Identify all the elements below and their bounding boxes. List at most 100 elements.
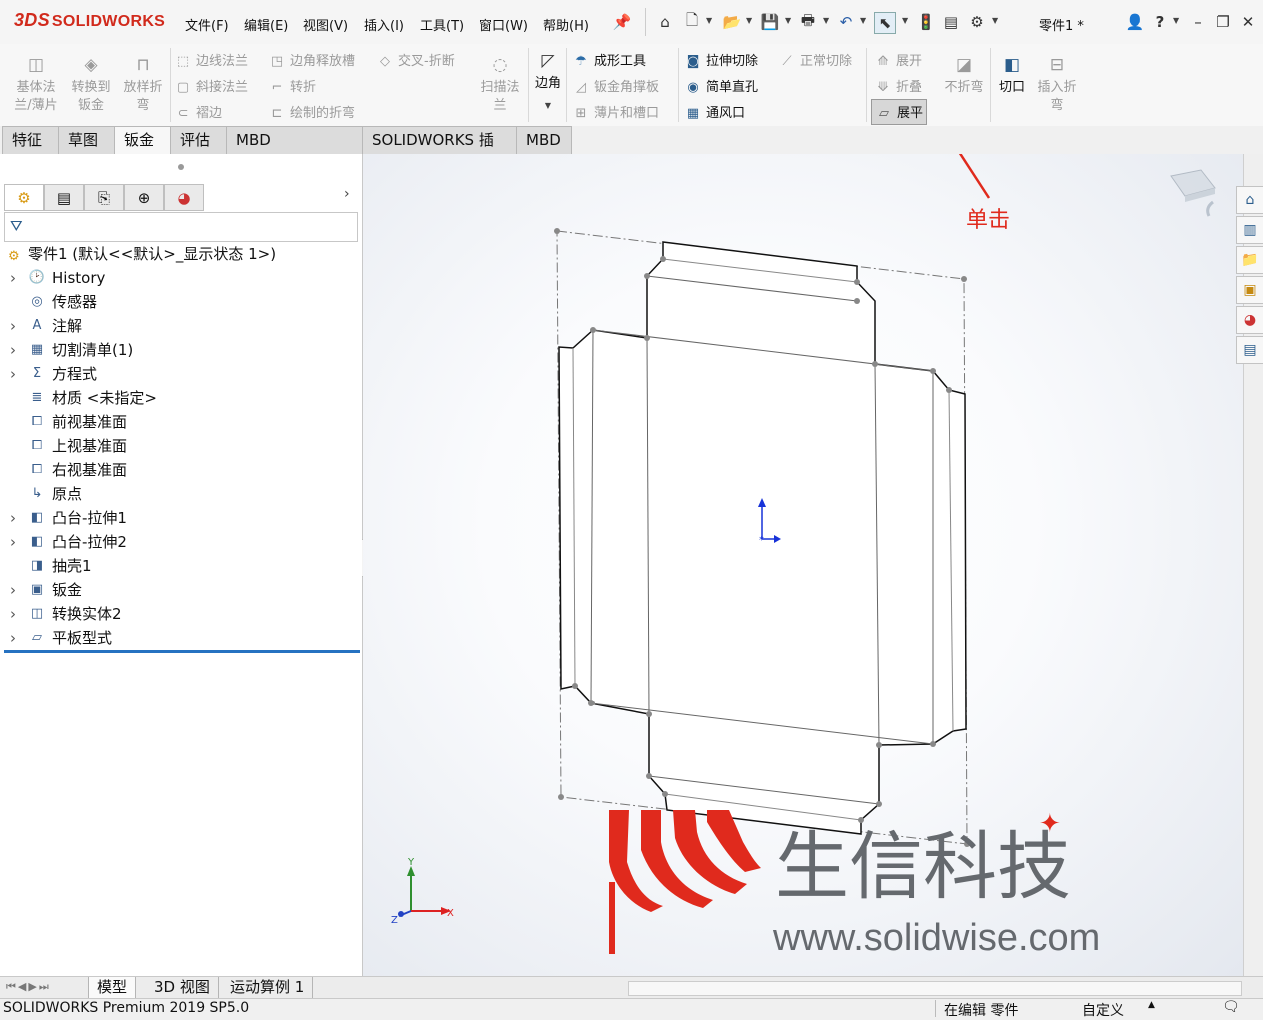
chevron-up-icon[interactable]: ▲ xyxy=(1148,1000,1155,1010)
tree-item[interactable]: ↳ 原点 xyxy=(0,483,356,505)
chevron-down-icon[interactable]: ▼ xyxy=(785,16,791,25)
no-bends-button[interactable]: ◪ 不折弯 xyxy=(940,54,988,97)
rip-button[interactable]: ◧ 切口 xyxy=(994,54,1030,97)
appearances-icon[interactable]: ◕ xyxy=(1236,306,1263,334)
cross-break-button[interactable]: ◇ 交叉-折断 xyxy=(376,50,455,70)
extruded-cut-button[interactable]: ◙ 拉伸切除 xyxy=(684,50,758,70)
flatten-button[interactable]: ▱ 展平 xyxy=(871,99,928,125)
rebuild-icon[interactable]: 🚦 xyxy=(916,12,936,32)
help-icon[interactable]: ? xyxy=(1150,12,1170,32)
menu-help[interactable]: 帮助(H) xyxy=(543,15,589,34)
convert-to-sheet-metal-button[interactable]: ◈ 转换到 钣金 xyxy=(66,54,116,115)
tree-expander-chevron-icon[interactable]: › xyxy=(10,507,16,529)
tree-expander-chevron-icon[interactable]: › xyxy=(10,603,16,625)
new-document-icon[interactable]: 🗋 xyxy=(682,11,702,32)
normal-cut-button[interactable]: ⟋ 正常切除 xyxy=(778,50,852,70)
chevron-right-icon[interactable]: › xyxy=(344,186,350,202)
tab-motion-study[interactable]: 运动算例 1 xyxy=(222,977,314,998)
tree-expander-chevron-icon[interactable]: › xyxy=(10,627,16,649)
tab-mbd-dimensions[interactable]: MBD Dimensions xyxy=(226,126,364,176)
options-gear-icon[interactable]: ⚙ xyxy=(967,12,987,32)
graphics-area[interactable]: ⌕ ⌕ ↩ ◧ ✎ ◫ ◼ ◉ ◕ ◍ ▭ ⧉ – ❐ ✕ xyxy=(363,154,1243,976)
tree-expander-chevron-icon[interactable]: › xyxy=(10,267,16,289)
tab-evaluate[interactable]: 评估 xyxy=(170,126,228,154)
tree-item[interactable]: ≣ 材质 <未指定> xyxy=(0,387,356,409)
tree-item[interactable]: › 🕑 History xyxy=(0,267,356,289)
forming-tool-button[interactable]: ☂ 成形工具 xyxy=(572,50,646,70)
chevron-down-icon[interactable]: ▼ xyxy=(823,16,829,25)
menu-file[interactable]: 文件(F) xyxy=(185,15,229,34)
tab-mbd[interactable]: MBD xyxy=(516,126,572,154)
chevron-down-icon[interactable]: ▼ xyxy=(746,16,752,25)
home-icon[interactable]: ⌂ xyxy=(655,12,675,32)
display-manager-tab[interactable]: ◕ xyxy=(164,184,204,211)
tab-scroll-arrows-icon[interactable]: ⏮◀▶⏭ xyxy=(6,980,51,994)
filter-icon[interactable]: ⛛ xyxy=(10,217,23,235)
horizontal-scrollbar[interactable] xyxy=(628,981,1242,996)
tree-item[interactable]: › ▱ 平板型式 xyxy=(0,627,356,649)
unfold-button[interactable]: ⟰ 展开 xyxy=(874,50,922,70)
view-palette-icon[interactable]: ▣ xyxy=(1236,276,1263,304)
corner-relief-button[interactable]: ◳ 边角释放槽 xyxy=(268,50,355,70)
tab-features[interactable]: 特征 xyxy=(2,126,60,154)
rollback-bar[interactable] xyxy=(4,650,360,653)
tree-item[interactable]: ⧠ 上视基准面 xyxy=(0,435,356,457)
base-flange-button[interactable]: ◫ 基体法 兰/薄片 xyxy=(10,54,62,115)
tree-item[interactable]: › Σ 方程式 xyxy=(0,363,356,385)
save-icon[interactable]: 💾 xyxy=(760,12,780,32)
tree-expander-chevron-icon[interactable]: › xyxy=(10,531,16,553)
tree-item[interactable]: ◨ 抽壳1 xyxy=(0,555,356,577)
chevron-down-icon[interactable]: ▼ xyxy=(532,97,564,115)
solidworks-logo[interactable]: 3DS SOLIDWORKS xyxy=(14,10,165,31)
chevron-down-icon[interactable]: ▼ xyxy=(860,16,866,25)
file-properties-icon[interactable]: ▤ xyxy=(941,12,961,32)
view-cube-icon[interactable] xyxy=(1170,169,1216,217)
undo-icon[interactable]: ↶ xyxy=(836,12,856,32)
tree-item[interactable]: ⧠ 前视基准面 xyxy=(0,411,356,433)
chevron-down-icon[interactable]: ▼ xyxy=(992,16,998,25)
tree-item[interactable]: › ◧ 凸台-拉伸1 xyxy=(0,507,356,529)
menu-view[interactable]: 视图(V) xyxy=(303,15,348,34)
sheet-metal-gusset-button[interactable]: ◿ 钣金角撑板 xyxy=(572,76,659,96)
file-explorer-icon[interactable]: 📁 xyxy=(1236,246,1263,274)
tree-expander-chevron-icon[interactable]: › xyxy=(10,339,16,361)
filter-bar[interactable]: ⛛ xyxy=(4,212,358,242)
tab-sheet-metal[interactable]: 钣金 xyxy=(114,126,172,154)
edge-flange-button[interactable]: ⬚ 边线法兰 xyxy=(174,50,248,70)
tree-item[interactable]: › A 注解 xyxy=(0,315,356,337)
quick-tips-icon[interactable]: 🗨 xyxy=(1222,999,1240,1015)
tree-item[interactable]: ◎ 传感器 xyxy=(0,291,356,313)
configuration-manager-tab[interactable]: ⎘ xyxy=(84,184,124,211)
design-library-icon[interactable]: ▥ xyxy=(1236,216,1263,244)
unit-system[interactable]: 自定义 xyxy=(1082,1000,1124,1020)
tree-item[interactable]: › ◫ 转换实体2 xyxy=(0,603,356,625)
tree-item[interactable]: › ▦ 切割清单(1) xyxy=(0,339,356,361)
tab-model[interactable]: 模型 xyxy=(88,977,137,998)
fold-button[interactable]: ⟱ 折叠 xyxy=(874,76,922,96)
chevron-down-icon[interactable]: ▼ xyxy=(706,16,712,25)
minimize-icon[interactable]: – xyxy=(1188,12,1208,32)
panel-grip[interactable] xyxy=(178,164,184,170)
menu-tools[interactable]: 工具(T) xyxy=(420,15,464,34)
jog-button[interactable]: ⌐ 转折 xyxy=(268,76,316,96)
tree-item[interactable]: ⧠ 右视基准面 xyxy=(0,459,356,481)
tab-3d-views[interactable]: 3D 视图 xyxy=(146,977,219,998)
chevron-down-icon[interactable]: ▼ xyxy=(1173,16,1179,25)
sketched-bend-button[interactable]: ⊏ 绘制的折弯 xyxy=(268,102,355,122)
print-icon[interactable]: 🖶 xyxy=(798,11,818,32)
insert-bends-button[interactable]: ⊟ 插入折 弯 xyxy=(1032,54,1082,115)
corners-button[interactable]: ◸ 边角 ▼ xyxy=(532,50,564,115)
feature-manager-tab[interactable]: ⚙ xyxy=(4,184,44,211)
swept-flange-button[interactable]: ◌ 扫描法 兰 xyxy=(474,54,526,115)
menu-insert[interactable]: 插入(I) xyxy=(364,15,404,34)
tab-and-slot-button[interactable]: ⊞ 薄片和槽口 xyxy=(572,102,659,122)
tree-item[interactable]: › ▣ 钣金 xyxy=(0,579,356,601)
restore-icon[interactable]: ❐ xyxy=(1213,12,1233,32)
tree-expander-chevron-icon[interactable]: › xyxy=(10,315,16,337)
tree-expander-chevron-icon[interactable]: › xyxy=(10,579,16,601)
menu-window[interactable]: 窗口(W) xyxy=(479,15,528,34)
user-icon[interactable]: 👤 xyxy=(1125,12,1145,32)
miter-flange-button[interactable]: ▢ 斜接法兰 xyxy=(174,76,248,96)
tree-item[interactable]: › ◧ 凸台-拉伸2 xyxy=(0,531,356,553)
open-icon[interactable]: 📂 xyxy=(722,12,742,32)
